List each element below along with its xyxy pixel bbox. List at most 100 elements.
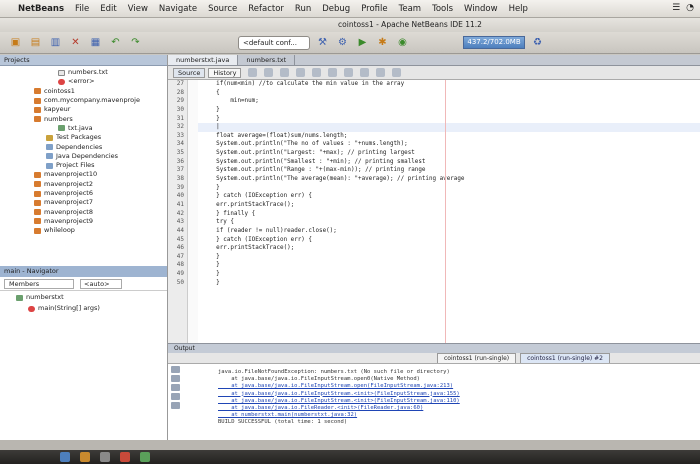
stop-icon[interactable] bbox=[171, 384, 180, 391]
code-line[interactable]: } catch (IOException err) { bbox=[198, 236, 700, 245]
new-file-icon[interactable]: ▤ bbox=[28, 35, 43, 50]
code-line[interactable]: { bbox=[198, 89, 700, 98]
navigator-item[interactable]: numberstxt bbox=[0, 293, 167, 302]
code-line[interactable]: } bbox=[198, 184, 700, 193]
output-header[interactable]: Output bbox=[168, 344, 700, 353]
tree-item[interactable]: mavenproject2 bbox=[0, 180, 167, 189]
code-line[interactable]: float average=(float)sum/nums.length; bbox=[198, 132, 700, 141]
menu-file[interactable]: File bbox=[75, 4, 89, 14]
output-tab-run-single[interactable]: cointoss1 (run-single) bbox=[437, 353, 517, 363]
code-line[interactable]: } bbox=[198, 115, 700, 124]
navigator-item[interactable]: main(String[] args) bbox=[0, 304, 167, 313]
code-line[interactable]: System.out.println("Range : "+(max-min))… bbox=[198, 166, 700, 175]
code-line[interactable]: System.out.println("The no of values : "… bbox=[198, 140, 700, 149]
tab-numbers-txt[interactable]: numbers.txt bbox=[238, 55, 296, 65]
code-line[interactable]: } catch (IOException err) { bbox=[198, 192, 700, 201]
tree-item[interactable]: kapyeur bbox=[0, 105, 167, 114]
tree-item[interactable]: Dependencies bbox=[0, 142, 167, 151]
toggle-bookmark-icon[interactable] bbox=[296, 68, 306, 77]
output-tab-run-single-2[interactable]: cointoss1 (run-single) #2 bbox=[520, 353, 610, 363]
code-line[interactable]: System.out.println("The average(mean): "… bbox=[198, 175, 700, 184]
menu-source[interactable]: Source bbox=[208, 4, 237, 14]
menu-help[interactable]: Help bbox=[509, 4, 528, 14]
clear-icon[interactable] bbox=[171, 402, 180, 409]
open-project-icon[interactable]: ▥ bbox=[48, 35, 63, 50]
configuration-select[interactable]: <default conf... bbox=[238, 35, 310, 50]
back-icon[interactable] bbox=[248, 68, 258, 77]
stop-macro-icon[interactable] bbox=[392, 68, 402, 77]
code-line[interactable]: if(num<min) //to calculate the min value… bbox=[198, 80, 700, 89]
tree-item[interactable]: <error> bbox=[0, 77, 167, 86]
rerun-with-args-icon[interactable] bbox=[171, 375, 180, 382]
build-icon[interactable]: ⚒ bbox=[315, 35, 330, 50]
memory-indicator[interactable]: 437.2/702.0MB bbox=[463, 36, 525, 49]
gc-icon[interactable]: ♻ bbox=[530, 35, 545, 50]
dock-app-icon[interactable] bbox=[100, 452, 110, 462]
code-line[interactable]: System.out.println("Smallest : "+min); /… bbox=[198, 158, 700, 167]
tree-item[interactable]: mavenproject9 bbox=[0, 217, 167, 226]
tree-item[interactable]: mavenproject10 bbox=[0, 170, 167, 179]
menu-run[interactable]: Run bbox=[295, 4, 311, 14]
undo-icon[interactable]: ↶ bbox=[108, 35, 123, 50]
code-line[interactable]: err.printStackTrace(); bbox=[198, 201, 700, 210]
code-line[interactable]: | bbox=[198, 123, 700, 132]
tree-item[interactable]: txt.java bbox=[0, 124, 167, 133]
tree-item[interactable]: Java Dependencies bbox=[0, 152, 167, 161]
code-line[interactable]: } bbox=[198, 270, 700, 279]
source-tab[interactable]: Source bbox=[173, 67, 206, 78]
code-line[interactable]: try { bbox=[198, 218, 700, 227]
menu-window[interactable]: Window bbox=[464, 4, 498, 14]
close-project-icon[interactable]: ✕ bbox=[68, 35, 83, 50]
run-icon[interactable]: ▶ bbox=[355, 35, 370, 50]
code-line[interactable]: } bbox=[198, 279, 700, 288]
members-select[interactable]: Members bbox=[4, 278, 74, 289]
menu-refactor[interactable]: Refactor bbox=[248, 4, 284, 14]
dock-app-icon[interactable] bbox=[140, 452, 150, 462]
menu-app-name[interactable]: NetBeans bbox=[18, 4, 64, 14]
navigator-tab[interactable]: main - Navigator bbox=[0, 266, 167, 277]
comment-icon[interactable] bbox=[344, 68, 354, 77]
tree-item[interactable]: com.mycompany.mavenproje bbox=[0, 96, 167, 105]
code-line[interactable]: System.out.println("Largest: "+max); // … bbox=[198, 149, 700, 158]
menu-view[interactable]: View bbox=[128, 4, 148, 14]
code-line[interactable]: if (reader != null)reader.close(); bbox=[198, 227, 700, 236]
save-all-icon[interactable]: ▦ bbox=[88, 35, 103, 50]
tree-item[interactable]: Test Packages bbox=[0, 133, 167, 142]
filter-select[interactable]: <auto> bbox=[80, 278, 122, 289]
menu-profile[interactable]: Profile bbox=[361, 4, 387, 14]
tree-item[interactable]: mavenproject8 bbox=[0, 207, 167, 216]
rerun-icon[interactable] bbox=[171, 366, 180, 373]
dock-app-icon[interactable] bbox=[80, 452, 90, 462]
tree-item[interactable]: mavenproject6 bbox=[0, 189, 167, 198]
code-line[interactable]: } bbox=[198, 106, 700, 115]
history-tab[interactable]: History bbox=[208, 67, 242, 78]
tab-numberstxt-java[interactable]: numberstxt.java bbox=[168, 55, 239, 65]
menu-team[interactable]: Team bbox=[399, 4, 421, 14]
code-line[interactable]: } finally { bbox=[198, 210, 700, 219]
tree-item[interactable]: numbers.txt bbox=[0, 68, 167, 77]
code-line[interactable]: err.printStackTrace(); bbox=[198, 244, 700, 253]
find-icon[interactable] bbox=[280, 68, 290, 77]
wifi-icon[interactable]: ◔ bbox=[686, 3, 694, 13]
projects-tab[interactable]: Projects bbox=[0, 55, 167, 66]
control-strip-icon[interactable]: ☰ bbox=[672, 3, 680, 13]
profile-icon[interactable]: ◉ bbox=[395, 35, 410, 50]
fold-margin[interactable] bbox=[188, 80, 198, 343]
uncomment-icon[interactable] bbox=[360, 68, 370, 77]
tree-item[interactable]: whileloop bbox=[0, 226, 167, 235]
menu-debug[interactable]: Debug bbox=[322, 4, 350, 14]
code-editor[interactable]: if(num<min) //to calculate the min value… bbox=[198, 80, 700, 343]
new-project-icon[interactable]: ▣ bbox=[8, 35, 23, 50]
settings-icon[interactable] bbox=[171, 393, 180, 400]
code-line[interactable]: } bbox=[198, 253, 700, 262]
clean-build-icon[interactable]: ⚙ bbox=[335, 35, 350, 50]
tree-item[interactable]: cointoss1 bbox=[0, 87, 167, 96]
menu-edit[interactable]: Edit bbox=[100, 4, 116, 14]
code-line[interactable]: } bbox=[198, 261, 700, 270]
tree-item[interactable]: mavenproject7 bbox=[0, 198, 167, 207]
start-macro-icon[interactable] bbox=[376, 68, 386, 77]
debug-icon[interactable]: ✱ bbox=[375, 35, 390, 50]
menu-navigate[interactable]: Navigate bbox=[159, 4, 197, 14]
redo-icon[interactable]: ↷ bbox=[128, 35, 143, 50]
dock-app-icon[interactable] bbox=[60, 452, 70, 462]
